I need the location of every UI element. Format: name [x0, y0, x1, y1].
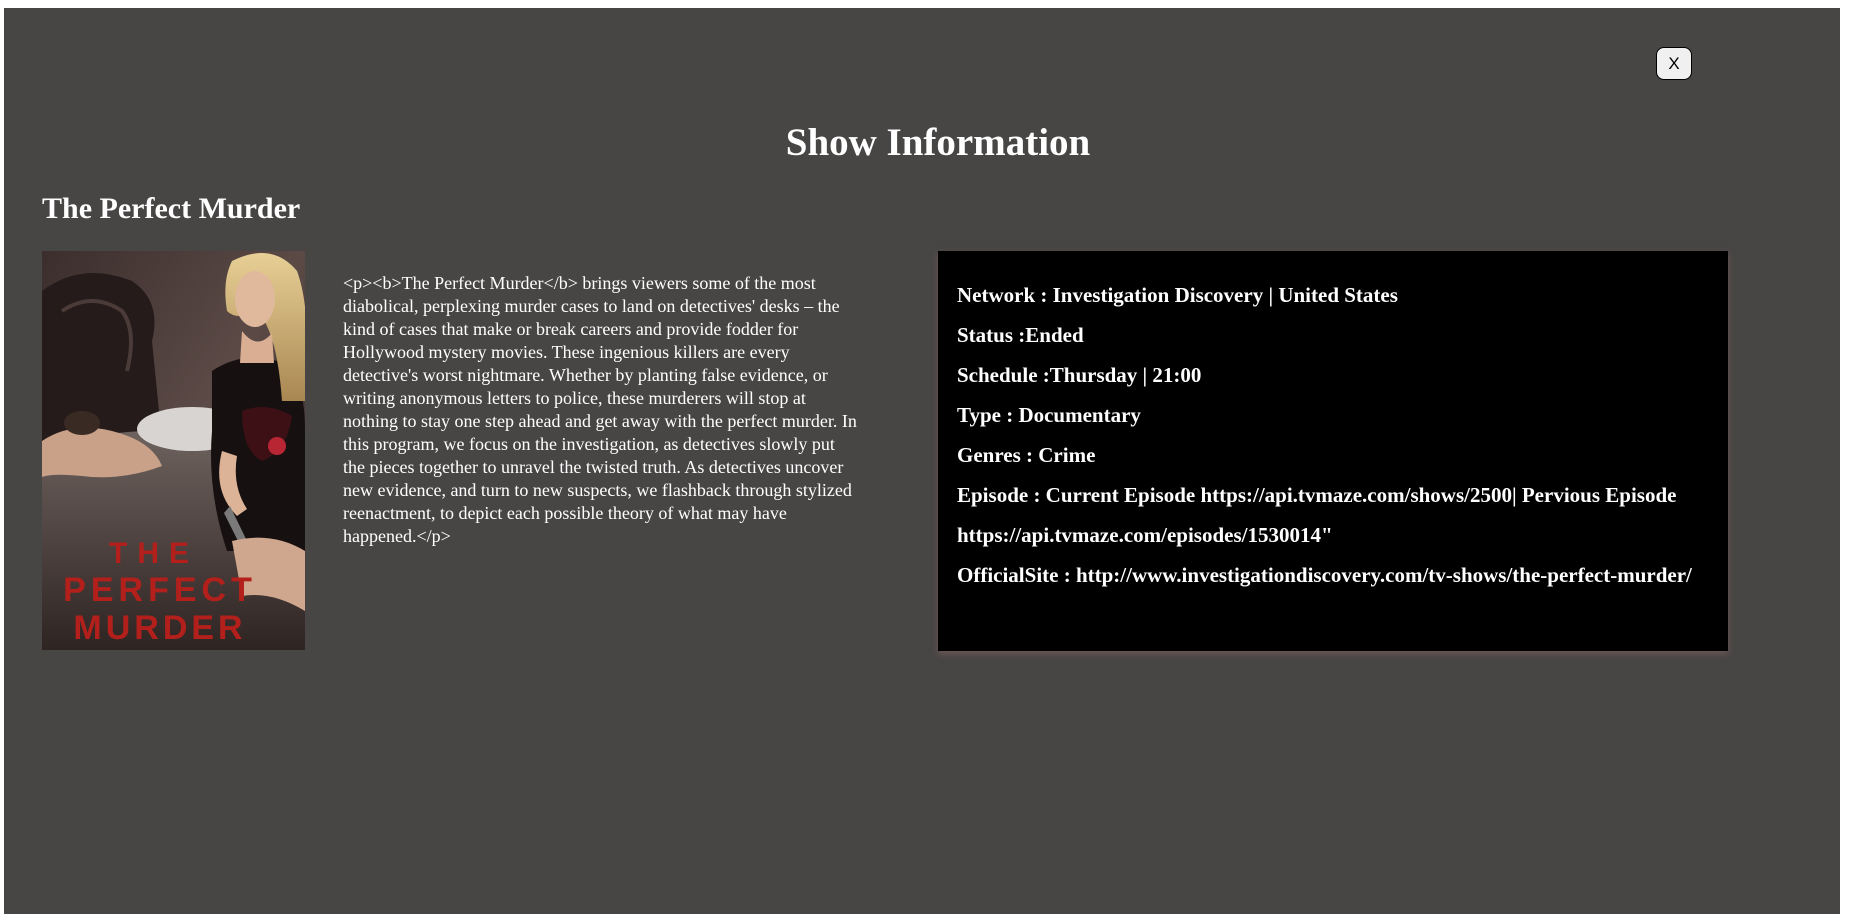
- close-button[interactable]: X: [1656, 47, 1692, 80]
- official-site-info: OfficialSite : http://www.investigationd…: [957, 563, 1692, 587]
- status-info: Status :Ended: [957, 323, 1084, 347]
- episode-info: Episode : Current Episode https://api.tv…: [957, 483, 1677, 547]
- type-info: Type : Documentary: [957, 403, 1141, 427]
- show-summary: <p><b>The Perfect Murder</b> brings view…: [343, 273, 857, 546]
- poster-title-line: PERFECT: [63, 571, 257, 609]
- schedule-info: Schedule :Thursday | 21:00: [957, 363, 1202, 387]
- show-details-panel: Network : Investigation Discovery | Unit…: [938, 251, 1728, 651]
- show-poster-image: THE PERFECT MURDER: [42, 251, 305, 650]
- network-info: Network : Investigation Discovery | Unit…: [957, 283, 1398, 307]
- modal-title: Show Information: [785, 121, 1091, 164]
- show-info-modal: X Show Information The Perfect Murder TH…: [4, 8, 1840, 914]
- poster-title-line: THE: [109, 537, 199, 570]
- genres-info: Genres : Crime: [957, 443, 1096, 467]
- poster-title-line: MURDER: [73, 609, 246, 647]
- show-name: The Perfect Murder: [42, 192, 301, 225]
